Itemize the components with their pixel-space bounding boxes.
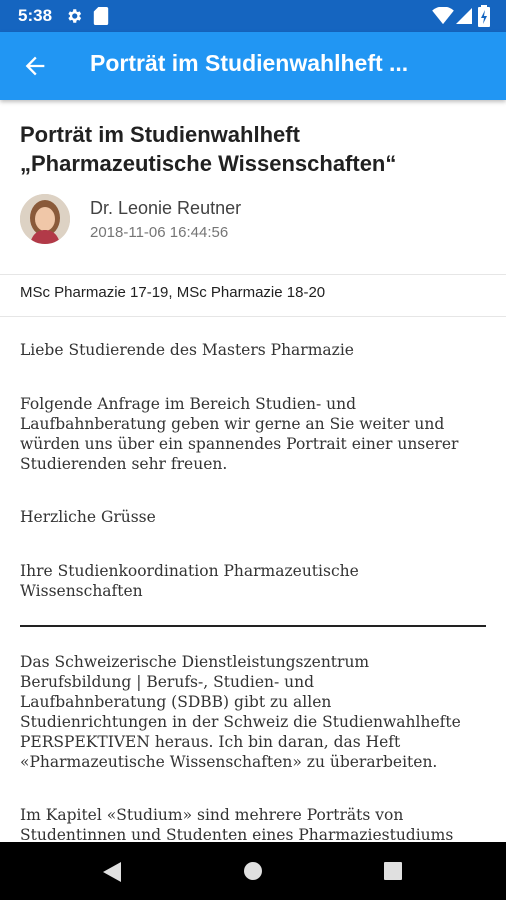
text-line: Studienrichtungen in der Schweiz die Stu… — [20, 713, 461, 731]
settings-gear-icon — [65, 7, 83, 30]
app-bar-title: Porträt im Studienwahlheft ... — [90, 50, 409, 76]
text-line: Laufbahnberatung geben wir gerne an Sie … — [20, 415, 445, 433]
post-content[interactable]: Porträt im Studienwahlheft „Pharmazeutis… — [0, 100, 506, 842]
text-line: PERSPEKTIVEN heraus. Ich bin daran, das … — [20, 733, 401, 751]
text-line: Im Kapitel «Studium» sind mehrere Porträ… — [20, 806, 404, 824]
cell-signal-icon — [456, 7, 472, 30]
author-name: Dr. Leonie Reutner — [90, 198, 242, 218]
battery-charging-icon — [478, 5, 490, 32]
post-title: Porträt im Studienwahlheft „Pharmazeutis… — [20, 120, 490, 178]
greeting-text: Liebe Studierende des Masters Pharmazie — [20, 341, 354, 359]
horizontal-rule — [20, 625, 486, 627]
text-line: würden uns über ein spannendes Portrait … — [20, 435, 459, 453]
nav-home-icon[interactable] — [243, 861, 263, 886]
post-tags: MSc Pharmazie 17-19, MSc Pharmazie 18-20 — [20, 284, 326, 301]
wifi-icon — [432, 6, 454, 30]
text-line: Berufsbildung | Berufs-, Studien- und — [20, 673, 315, 691]
paragraph-request: Folgende Anfrage im Bereich Studien- und… — [20, 394, 488, 474]
text-line: Studentinnen und Studenten eines Pharmaz… — [20, 826, 454, 842]
post-title-line: Porträt im Studienwahlheft — [20, 122, 300, 147]
post-title-line: „Pharmazeutische Wissenschaften“ — [20, 151, 397, 176]
regards-text: Herzliche Grüsse — [20, 508, 156, 526]
sd-card-icon — [93, 7, 109, 30]
post-date: 2018-11-06 16:44:56 — [90, 224, 229, 241]
text-line: Ihre Studienkoordination Pharmazeutische — [20, 562, 359, 580]
divider — [0, 316, 506, 317]
text-line: Wissenschaften — [20, 582, 143, 600]
author-avatar — [20, 194, 70, 244]
status-time: 5:38 — [18, 6, 53, 25]
divider — [0, 274, 506, 275]
nav-recents-icon[interactable] — [384, 862, 402, 885]
back-arrow-icon[interactable] — [20, 52, 50, 80]
text-line: Folgende Anfrage im Bereich Studien- und — [20, 395, 357, 413]
paragraph-studium: Im Kapitel «Studium» sind mehrere Porträ… — [20, 805, 488, 842]
text-line: Das Schweizerische Dienstleistungszentru… — [20, 653, 370, 671]
text-line: Laufbahnberatung (SDBB) gibt zu allen — [20, 693, 332, 711]
text-line: Studierenden sehr freuen. — [20, 455, 228, 473]
signature-text: Ihre Studienkoordination Pharmazeutische… — [20, 561, 488, 601]
system-nav-bar — [0, 842, 506, 900]
status-bar: 5:38 — [0, 0, 506, 32]
nav-back-icon[interactable] — [102, 861, 122, 888]
text-line: «Pharmazeutische Wissenschaften» zu über… — [20, 753, 438, 771]
paragraph-sdbb: Das Schweizerische Dienstleistungszentru… — [20, 652, 488, 772]
app-bar: Porträt im Studienwahlheft ... — [0, 32, 506, 100]
